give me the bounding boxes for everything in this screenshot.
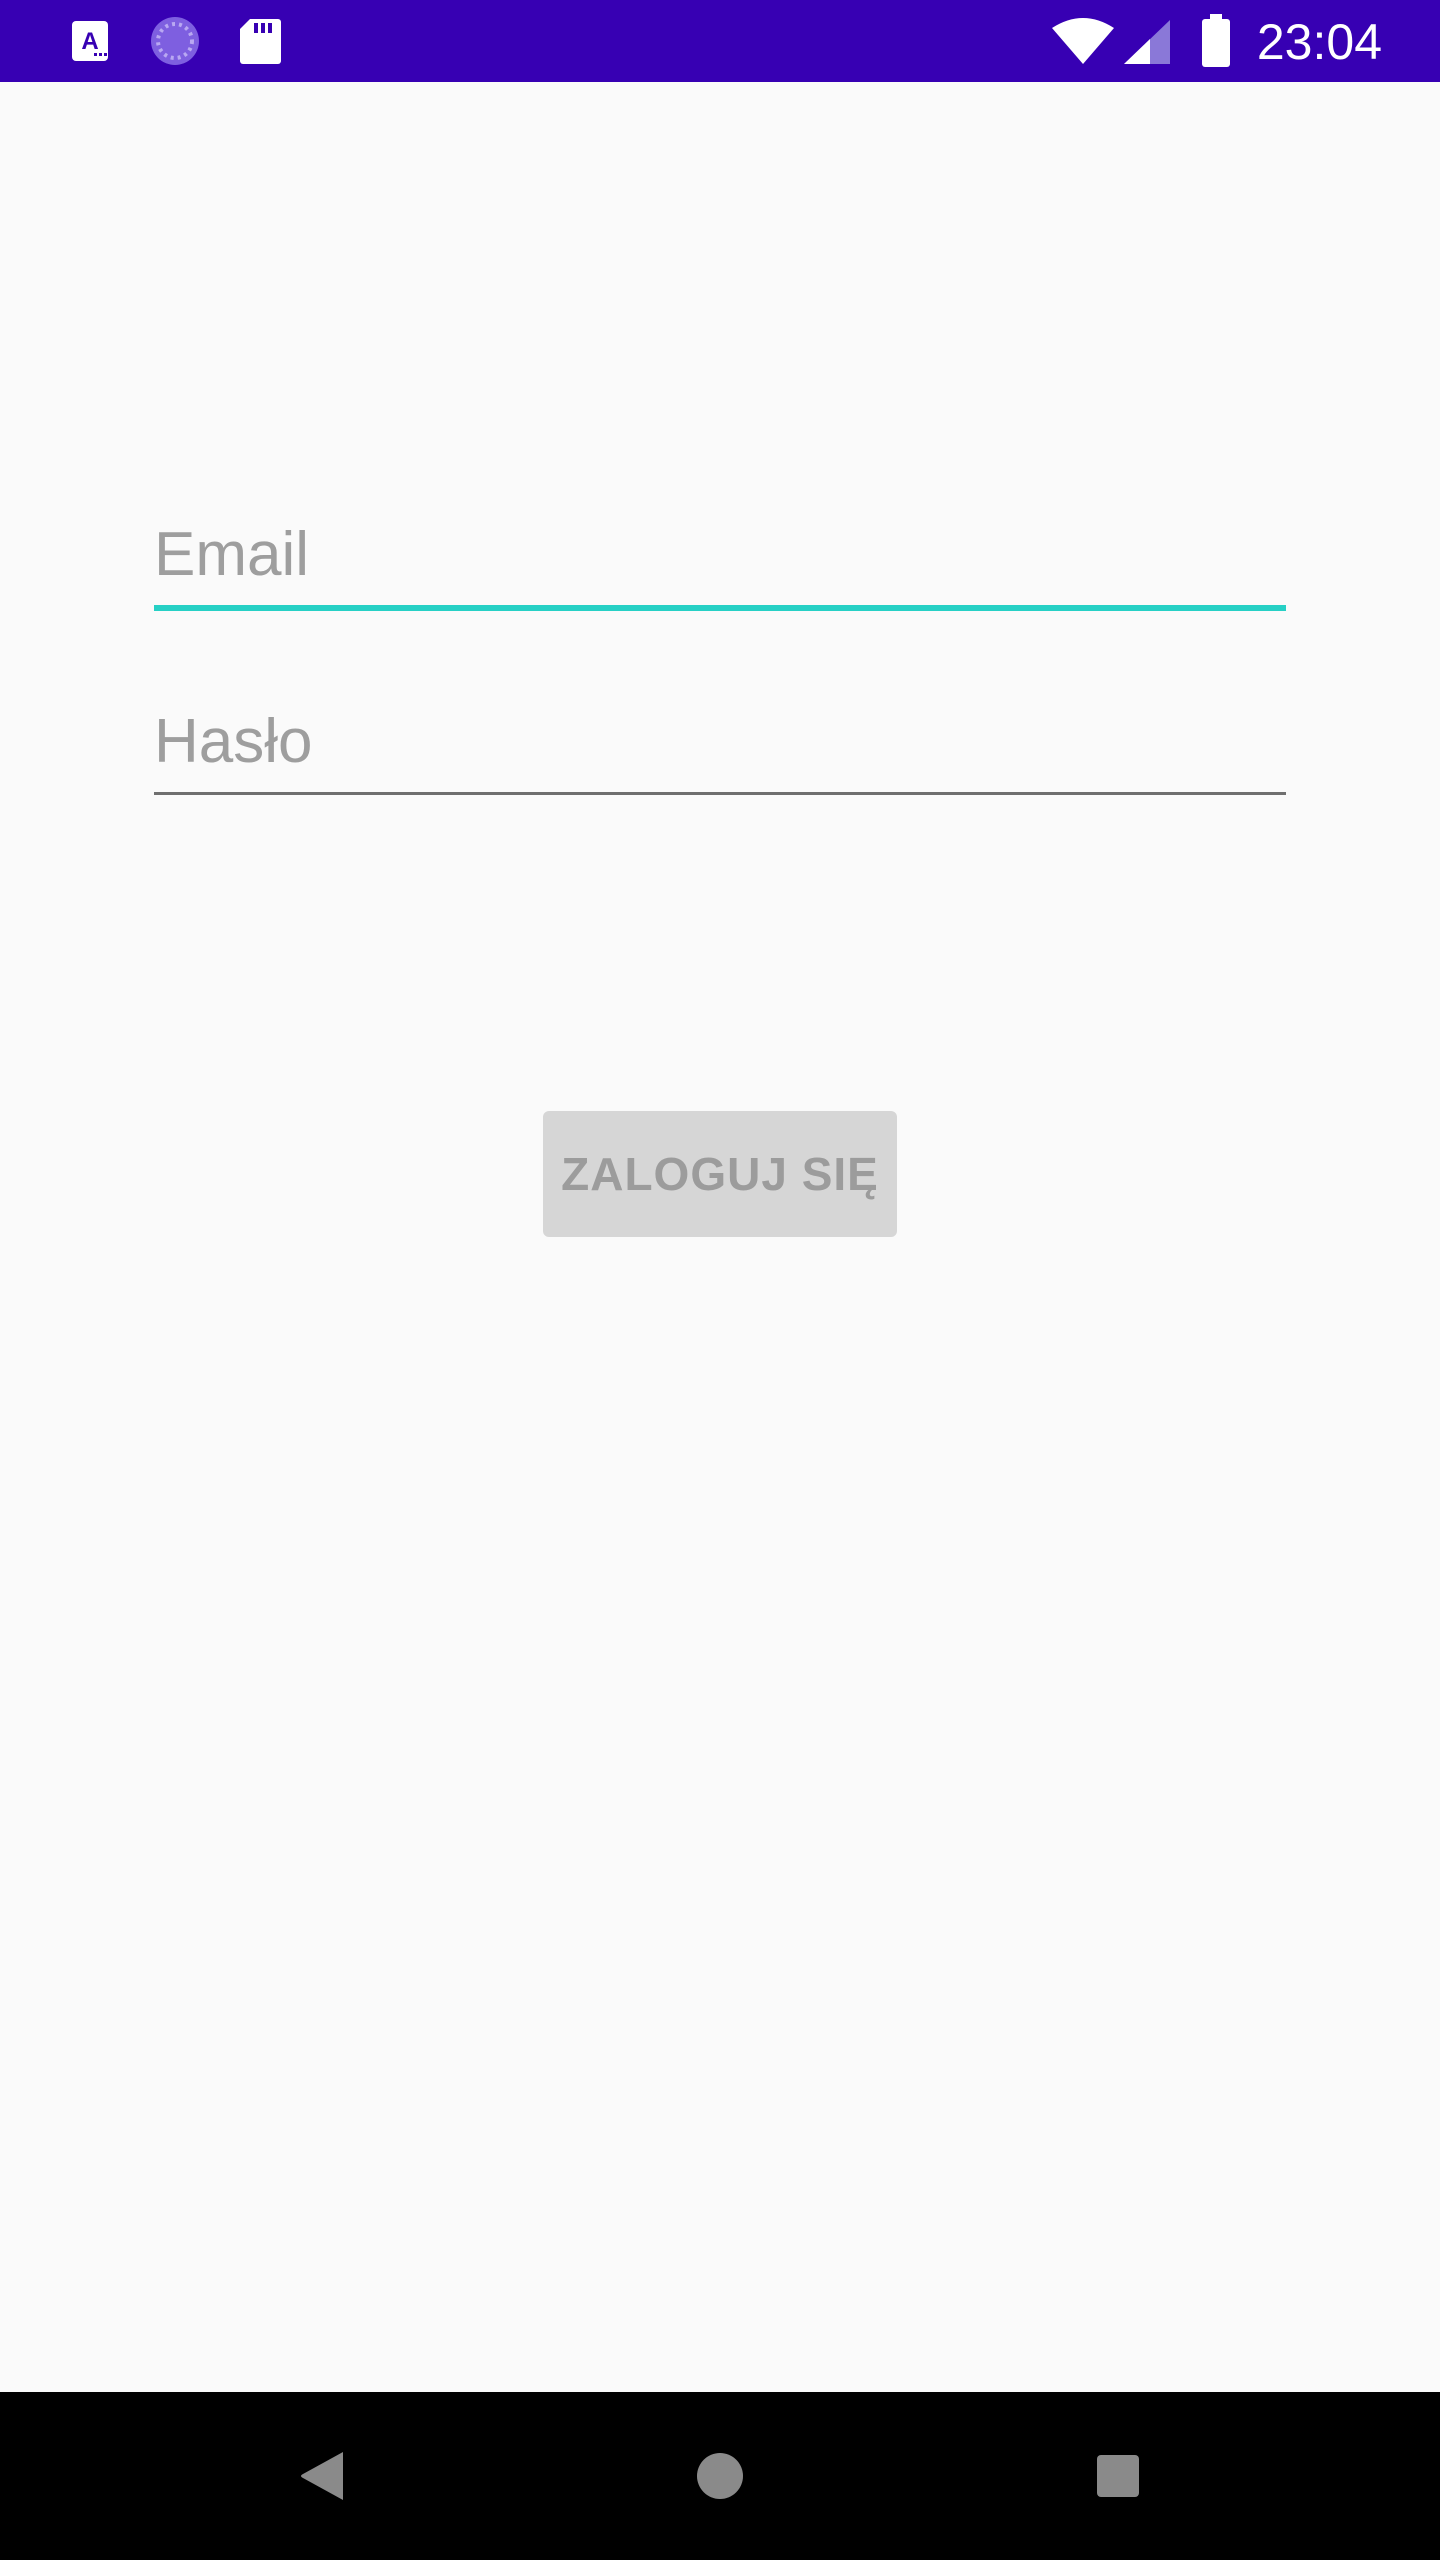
home-icon [697, 2453, 743, 2499]
battery-icon [1202, 14, 1230, 67]
email-field-container [154, 515, 1286, 611]
status-bar: A 23:04 [0, 0, 1440, 82]
font-a-icon: A [72, 21, 108, 61]
email-underline [154, 605, 1286, 611]
navigation-bar [0, 2392, 1440, 2560]
spinner-icon [151, 17, 199, 65]
back-button[interactable] [282, 2436, 362, 2516]
password-underline [154, 792, 1286, 795]
svg-text:A: A [81, 28, 98, 55]
home-button[interactable] [680, 2436, 760, 2516]
recents-button[interactable] [1078, 2436, 1158, 2516]
sd-card-icon [240, 19, 281, 64]
back-icon [301, 2452, 343, 2500]
clock: 23:04 [1256, 14, 1382, 70]
password-field-container [154, 702, 1286, 795]
recents-icon [1097, 2455, 1139, 2497]
email-field[interactable] [154, 515, 1286, 595]
login-screen: A 23:04 Email ZALOGUJ SIĘ [0, 0, 1440, 2560]
password-field[interactable] [154, 702, 1286, 782]
login-button[interactable]: ZALOGUJ SIĘ [543, 1111, 897, 1237]
cell-signal-icon [1124, 20, 1170, 64]
wifi-icon [1052, 18, 1114, 64]
